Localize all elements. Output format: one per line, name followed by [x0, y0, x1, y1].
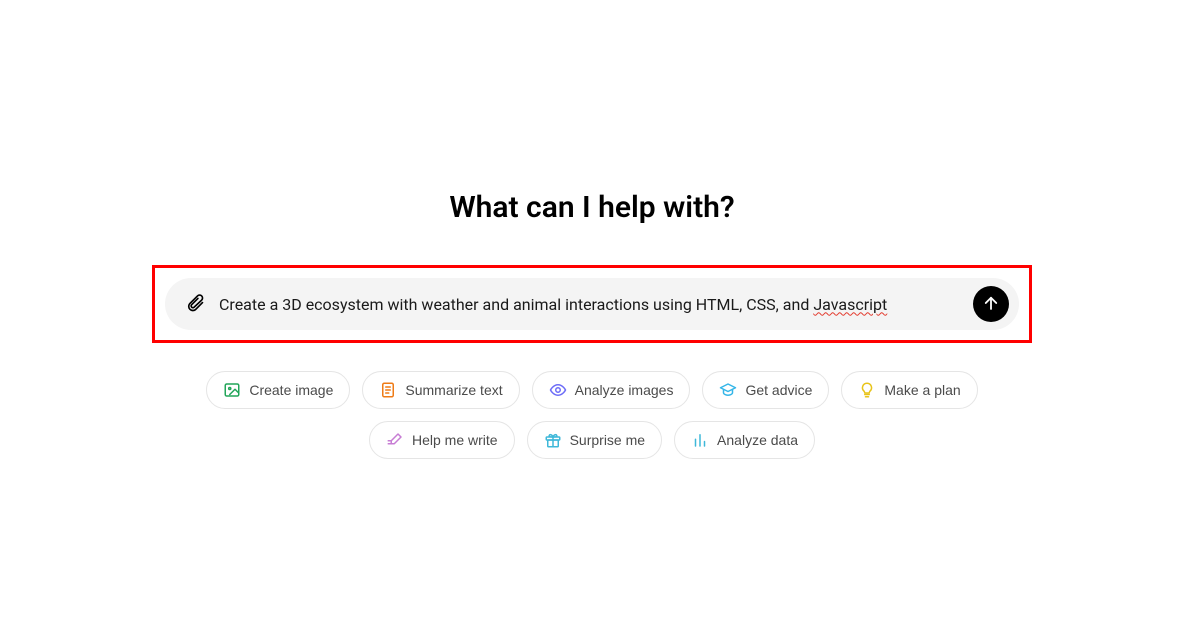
prompt-highlight-box: Create a 3D ecosystem with weather and a…: [152, 265, 1032, 343]
chip-label: Summarize text: [405, 382, 502, 398]
chip-summarize-text[interactable]: Summarize text: [362, 371, 519, 409]
chip-label: Make a plan: [884, 382, 960, 398]
prompt-input-bar[interactable]: Create a 3D ecosystem with weather and a…: [165, 278, 1019, 330]
page-title: What can I help with?: [449, 190, 734, 225]
chip-surprise-me[interactable]: Surprise me: [527, 421, 662, 459]
lightbulb-icon: [858, 381, 876, 399]
chip-help-me-write[interactable]: Help me write: [369, 421, 515, 459]
chip-get-advice[interactable]: Get advice: [702, 371, 829, 409]
chip-analyze-data[interactable]: Analyze data: [674, 421, 815, 459]
chip-label: Analyze images: [575, 382, 674, 398]
eye-icon: [549, 381, 567, 399]
chip-label: Help me write: [412, 432, 498, 448]
prompt-input-text: Create a 3D ecosystem with weather and a…: [219, 295, 813, 314]
chip-analyze-images[interactable]: Analyze images: [532, 371, 691, 409]
prompt-input-spellerror: Javascript: [813, 295, 887, 314]
chip-label: Get advice: [745, 382, 812, 398]
chip-create-image[interactable]: Create image: [206, 371, 350, 409]
attach-button[interactable]: [179, 288, 211, 320]
suggestion-chips: Create image Summarize text Analyze imag…: [182, 371, 1002, 459]
chip-label: Analyze data: [717, 432, 798, 448]
chip-label: Surprise me: [570, 432, 645, 448]
chip-label: Create image: [249, 382, 333, 398]
gift-icon: [544, 431, 562, 449]
arrow-up-icon: [982, 294, 1000, 315]
pencil-icon: [386, 431, 404, 449]
chip-make-a-plan[interactable]: Make a plan: [841, 371, 977, 409]
image-icon: [223, 381, 241, 399]
chart-icon: [691, 431, 709, 449]
graduation-icon: [719, 381, 737, 399]
prompt-input[interactable]: Create a 3D ecosystem with weather and a…: [219, 295, 965, 314]
paperclip-icon: [185, 293, 205, 316]
send-button[interactable]: [973, 286, 1009, 322]
document-icon: [379, 381, 397, 399]
